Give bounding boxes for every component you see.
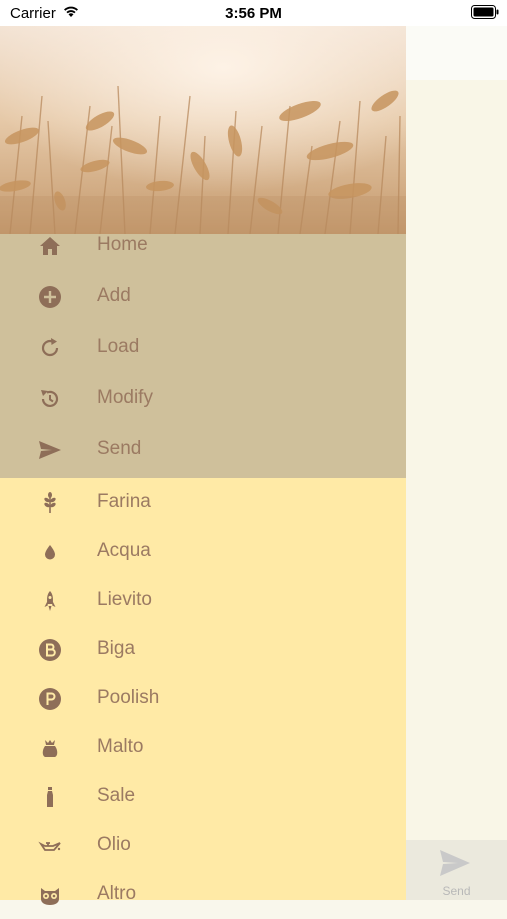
menu-item-acqua[interactable]: Acqua bbox=[0, 528, 406, 576]
letter-p-icon bbox=[38, 687, 62, 711]
send-tab-label: Send bbox=[442, 884, 471, 898]
menu-item-load[interactable]: Load bbox=[0, 324, 406, 372]
owl-icon bbox=[38, 883, 62, 907]
letter-b-icon bbox=[38, 638, 62, 662]
menu-item-label: Send bbox=[97, 438, 142, 459]
send-icon bbox=[38, 438, 62, 462]
menu-item-label: Add bbox=[97, 285, 131, 306]
menu-item-label: Farina bbox=[97, 491, 151, 512]
reload-icon bbox=[38, 336, 62, 360]
menu-item-label: Lievito bbox=[97, 589, 152, 610]
menu-item-label: Malto bbox=[97, 736, 144, 757]
menu-item-farina[interactable]: Farina bbox=[0, 479, 406, 527]
menu-item-lievito[interactable]: Lievito bbox=[0, 577, 406, 625]
status-time: 3:56 PM bbox=[225, 5, 282, 22]
wheat-icon bbox=[38, 491, 62, 515]
menu-item-modify[interactable]: Modify bbox=[0, 375, 406, 423]
add-circle-icon bbox=[38, 285, 62, 309]
menu-item-label: Home bbox=[97, 234, 148, 255]
menu-item-label: Load bbox=[97, 336, 140, 357]
send-tab-icon bbox=[438, 848, 472, 883]
navigation-bar-background bbox=[406, 26, 507, 80]
main-menu-section: Home Add Load Modify Send bbox=[0, 234, 406, 480]
menu-item-add[interactable]: Add bbox=[0, 273, 406, 321]
status-bar: Carrier 3:56 PM bbox=[0, 0, 507, 26]
menu-item-label: Modify bbox=[97, 387, 153, 408]
content-background bbox=[406, 80, 507, 840]
menu-item-biga[interactable]: Biga bbox=[0, 626, 406, 674]
menu-item-home[interactable]: Home bbox=[0, 222, 406, 270]
oil-can-icon bbox=[38, 834, 62, 858]
sack-icon bbox=[38, 736, 62, 760]
menu-item-label: Poolish bbox=[97, 687, 160, 708]
menu-item-label: Biga bbox=[97, 638, 136, 659]
rocket-icon bbox=[38, 589, 62, 613]
ingredients-menu-section: Farina Acqua Lievito Biga Poolish Malto … bbox=[0, 478, 406, 905]
menu-item-label: Olio bbox=[97, 834, 131, 855]
menu-item-label: Sale bbox=[97, 785, 136, 806]
menu-item-poolish[interactable]: Poolish bbox=[0, 675, 406, 723]
menu-item-send[interactable]: Send bbox=[0, 426, 406, 474]
salt-shaker-icon bbox=[38, 785, 62, 809]
battery-icon bbox=[471, 5, 499, 23]
history-icon bbox=[38, 387, 62, 411]
menu-item-malto[interactable]: Malto bbox=[0, 724, 406, 772]
water-drop-icon bbox=[38, 540, 62, 564]
menu-item-olio[interactable]: Olio bbox=[0, 822, 406, 870]
bottom-tab-bar: Send bbox=[406, 840, 507, 900]
menu-item-altro[interactable]: Altro bbox=[0, 871, 406, 919]
wheat-field-header-image bbox=[0, 26, 406, 234]
home-icon bbox=[38, 234, 62, 258]
menu-item-label: Altro bbox=[97, 883, 137, 904]
navigation-drawer: Home Add Load Modify Send Farina Acqua L… bbox=[0, 26, 406, 905]
menu-item-sale[interactable]: Sale bbox=[0, 773, 406, 821]
menu-item-label: Acqua bbox=[97, 540, 151, 561]
